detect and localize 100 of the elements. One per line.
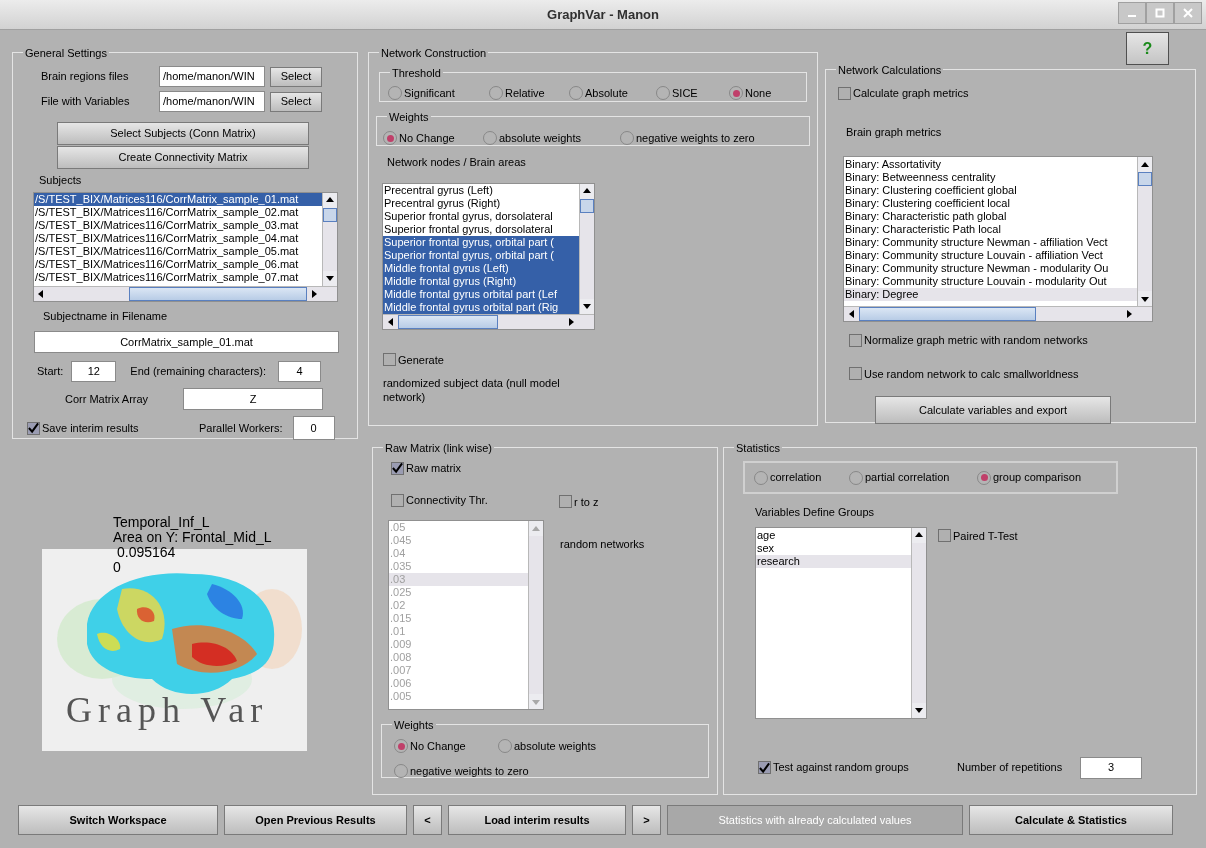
- radio-button[interactable]: absolute weights: [483, 130, 620, 147]
- list-item[interactable]: research: [756, 554, 911, 568]
- scrollbar-thumb[interactable]: [128, 286, 307, 301]
- label: Corr Matrix Array: [65, 391, 150, 407]
- radio-button[interactable]: No Change: [394, 738, 498, 755]
- list-item[interactable]: Binary: Characteristic path global: [844, 210, 1137, 223]
- checkbox[interactable]: Calculate graph metrics: [838, 85, 1189, 102]
- button[interactable]: Create Connectivity Matrix: [57, 146, 309, 169]
- vertical-scrollbar[interactable]: [911, 527, 926, 718]
- scrollbar-thumb[interactable]: [859, 307, 1036, 321]
- panel-title: Network Construction: [381, 47, 487, 59]
- list-item[interactable]: /S/TEST_BIX/Matrices116/CorrMatrix_sample_01.mat: [34, 192, 322, 206]
- minimize-button[interactable]: [1118, 2, 1146, 24]
- radio-button[interactable]: group comparison: [977, 469, 1082, 486]
- radio-button[interactable]: None: [729, 85, 772, 102]
- arrow-down-icon[interactable]: [582, 301, 592, 311]
- text-field[interactable]: CorrMatrix_sample_01.mat: [34, 331, 339, 353]
- checkbox[interactable]: Use random network to calc smallworldness: [849, 365, 1189, 382]
- radio-button[interactable]: Absolute: [569, 85, 656, 102]
- checkbox[interactable]: Test against random groups: [758, 759, 957, 776]
- horizontal-scrollbar[interactable]: [34, 285, 337, 301]
- list-item[interactable]: Precentral gyrus (Right): [383, 196, 579, 210]
- arrow-up-icon[interactable]: [914, 530, 924, 540]
- list-item[interactable]: /S/TEST_BIX/Matrices116/CorrMatrix_sample_02.mat: [34, 205, 322, 219]
- list-item[interactable]: age: [756, 528, 911, 542]
- list-item[interactable]: Superior frontal gyrus, dorsolateral: [383, 222, 579, 236]
- text-field[interactable]: /home/manon/WIN: [159, 91, 265, 112]
- text-field[interactable]: 4: [278, 361, 322, 382]
- window-title: GraphVar - Manon: [546, 5, 660, 24]
- vertical-scrollbar[interactable]: [322, 192, 337, 286]
- list-item[interactable]: Binary: Characteristic Path local: [844, 223, 1137, 236]
- text-field[interactable]: /home/manon/WIN: [159, 66, 265, 87]
- arrow-up-icon[interactable]: [325, 195, 335, 205]
- list-item[interactable]: /S/TEST_BIX/Matrices116/CorrMatrix_sample_05.mat: [34, 244, 322, 258]
- label: Brain graph metrics: [846, 124, 943, 140]
- label: Start:: [37, 364, 64, 380]
- radio-button[interactable]: Relative: [489, 85, 569, 102]
- checkbox[interactable]: Connectivity Thr.: [391, 492, 559, 509]
- radio-button[interactable]: SICE: [656, 85, 729, 102]
- button[interactable]: Calculate variables and export: [875, 396, 1111, 424]
- maximize-icon: [1155, 8, 1165, 18]
- text-field[interactable]: 0: [292, 416, 335, 440]
- radio-icon: [849, 470, 863, 485]
- panel-title: Statistics: [736, 442, 780, 454]
- list-item[interactable]: Binary: Assortativity: [844, 158, 1137, 171]
- list-item[interactable]: Precentral gyrus (Left): [383, 183, 579, 197]
- button[interactable]: Load interim results: [448, 805, 626, 835]
- button[interactable]: Select Subjects (Conn Matrix): [57, 122, 309, 145]
- list-item[interactable]: Binary: Degree: [844, 288, 1137, 301]
- vertical-scrollbar[interactable]: [1137, 157, 1152, 306]
- checkbox[interactable]: Generate: [383, 351, 811, 368]
- maximize-button[interactable]: [1146, 2, 1174, 24]
- list-item[interactable]: sex: [756, 541, 911, 555]
- list-item[interactable]: Superior frontal gyrus, dorsolateral: [383, 209, 579, 223]
- close-button[interactable]: [1174, 2, 1202, 24]
- text-field[interactable]: 12: [71, 361, 117, 382]
- text-field[interactable]: Z: [183, 388, 323, 410]
- arrow-down-icon[interactable]: [325, 273, 335, 283]
- arrow-right-icon[interactable]: [309, 288, 319, 299]
- note-text: randomized subject data (null model network): [383, 376, 561, 404]
- list-item[interactable]: Binary: Community structure Louvain - modularity Out: [844, 275, 1137, 288]
- list-item[interactable]: /S/TEST_BIX/Matrices116/CorrMatrix_sample_06.mat: [34, 257, 322, 271]
- radio-button[interactable]: correlation: [754, 469, 849, 486]
- button[interactable]: Switch Workspace: [18, 805, 218, 835]
- list-item[interactable]: /S/TEST_BIX/Matrices116/CorrMatrix_sample_04.mat: [34, 231, 322, 245]
- scrollbar-thumb[interactable]: [1138, 172, 1152, 186]
- list-item[interactable]: Binary: Clustering coefficient local: [844, 197, 1137, 210]
- radio-button[interactable]: negative weights to zero: [620, 130, 755, 147]
- checkbox[interactable]: r to z: [559, 493, 599, 510]
- list-item[interactable]: Superior frontal gyrus, orbital part (: [383, 235, 579, 249]
- label: End (remaining characters):: [130, 364, 267, 380]
- button[interactable]: Select: [270, 66, 322, 87]
- horizontal-scrollbar[interactable]: [844, 306, 1152, 321]
- arrow-up-icon[interactable]: [582, 186, 592, 196]
- button[interactable]: Calculate & Statistics: [969, 805, 1173, 835]
- radio-button[interactable]: partial correlation: [849, 469, 977, 486]
- checkbox[interactable]: Save interim results: [27, 419, 199, 437]
- radio-button[interactable]: negative weights to zero: [394, 762, 594, 779]
- scrollbar-thumb[interactable]: [398, 314, 498, 329]
- button[interactable]: >: [632, 805, 661, 835]
- vertical-scrollbar[interactable]: [579, 183, 594, 314]
- list-item[interactable]: Binary: Community structure Newman - affiliation Vect: [844, 236, 1137, 249]
- label: Parallel Workers:: [199, 420, 283, 436]
- checkbox[interactable]: Normalize graph metric with random networks: [849, 332, 1189, 349]
- checkbox[interactable]: Paired T-Test: [938, 527, 1018, 544]
- button[interactable]: <: [413, 805, 442, 835]
- checkbox[interactable]: Raw matrix: [391, 460, 711, 477]
- radio-button[interactable]: absolute weights: [498, 738, 596, 755]
- radio-button[interactable]: Significant: [388, 85, 489, 102]
- list-item[interactable]: /S/TEST_BIX/Matrices116/CorrMatrix_sample_07.mat: [34, 270, 322, 284]
- text-field[interactable]: 3: [1080, 756, 1143, 779]
- list-item[interactable]: Binary: Clustering coefficient global: [844, 184, 1137, 197]
- button[interactable]: Open Previous Results: [224, 805, 407, 835]
- button[interactable]: Select: [270, 91, 322, 112]
- radio-button[interactable]: No Change: [383, 130, 483, 147]
- list-item[interactable]: Binary: Community structure Newman - modularity Ou: [844, 262, 1137, 275]
- list-item[interactable]: Binary: Community structure Louvain - affiliation Vect: [844, 249, 1137, 262]
- list-item[interactable]: /S/TEST_BIX/Matrices116/CorrMatrix_sample_03.mat: [34, 218, 322, 232]
- arrow-down-icon[interactable]: [914, 705, 924, 715]
- list-item[interactable]: Binary: Betweenness centrality: [844, 171, 1137, 184]
